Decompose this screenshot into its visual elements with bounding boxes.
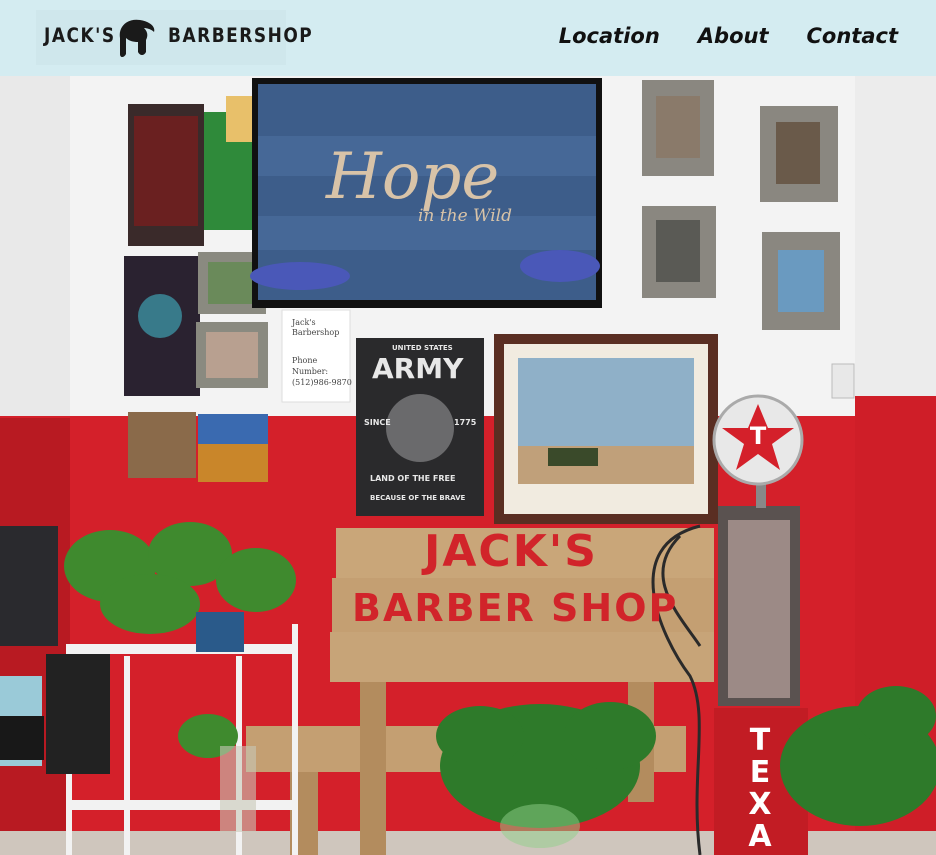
nav-location-link[interactable]: Location [559,24,660,48]
bench-sign-line2: BARBER SHOP [352,586,679,630]
army-poster-banner1: LAND OF THE FREE [370,474,456,483]
note-phone-number: (512)986-9870 [292,378,352,387]
note-line: Phone [292,356,318,365]
nav-contact-link[interactable]: Contact [807,24,899,48]
pump-letter: T [749,723,771,758]
pump-globe-letter: T [749,422,767,450]
note-line: Barbershop [292,328,340,337]
logo-word-barbershop: BARBERSHOP [168,24,314,48]
tv-screen-title: Hope [326,140,500,214]
site-header: JACK'S BARBERSHOP Location About Contact [0,0,936,76]
nav-about-link[interactable]: About [698,24,769,48]
army-poster-title: ARMY [372,352,464,385]
site-logo[interactable]: JACK'S BARBERSHOP [36,10,312,65]
pump-letter: E [749,755,771,790]
army-poster-top: UNITED STATES [392,344,453,352]
main-nav: Location About Contact [559,24,898,48]
note-line: Number: [292,367,329,376]
pump-letter: A [748,819,772,854]
tv-screen-subtitle: in the Wild [418,206,512,226]
army-poster-since: SINCE [364,418,391,427]
note-line: Jack's [292,318,316,327]
army-poster-banner2: BECAUSE OF THE BRAVE [370,494,466,502]
logo-word-jacks: JACK'S [44,24,116,48]
barber-hair-silhouette-icon [119,19,155,58]
army-poster-year: 1775 [454,418,477,427]
hero-photo: Hope in the Wild Jack's Barbershop Phone… [0,76,936,855]
pump-letter: X [748,787,772,822]
bench-sign-line1: JACK'S [424,526,598,577]
